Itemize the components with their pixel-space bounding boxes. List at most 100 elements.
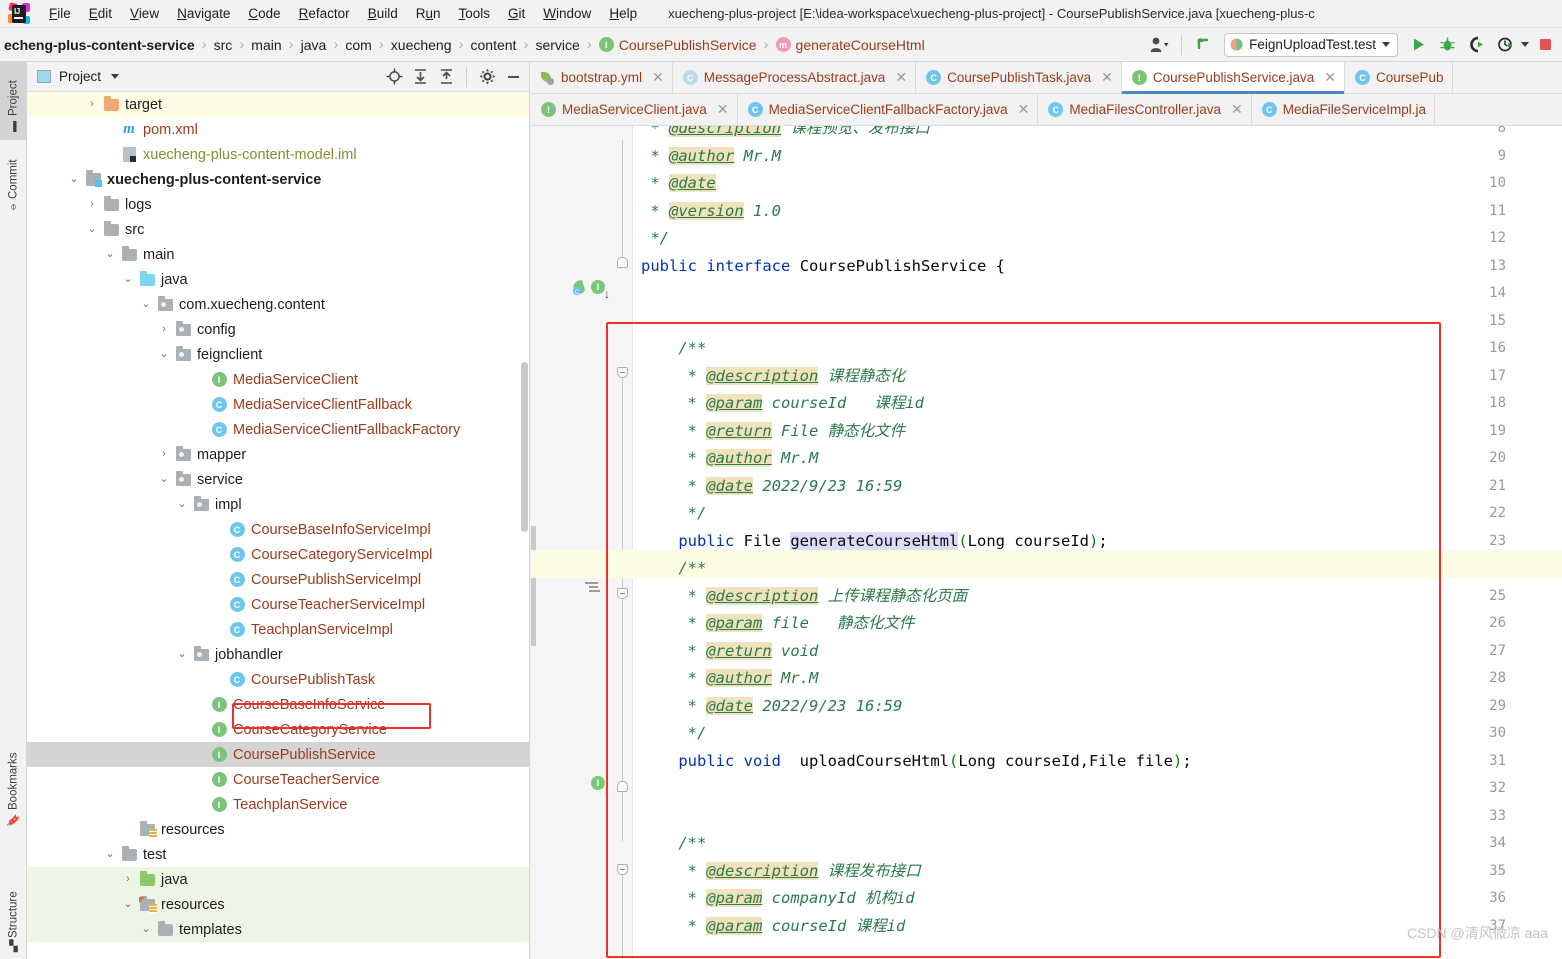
tree-node-mediaserviceclientfallbackfactory[interactable]: C MediaServiceClientFallbackFactory (27, 417, 529, 442)
code-line[interactable]: * @description 课程预览、发布接口 (641, 126, 930, 143)
tree-node-java[interactable]: › java (27, 867, 529, 892)
tree-node-pom-xml[interactable]: m pom.xml (27, 117, 529, 142)
chevron-down-icon[interactable] (111, 74, 120, 79)
editor-fold-gutter[interactable] (615, 126, 633, 959)
tree-node-coursepublishservice[interactable]: I CoursePublishService (27, 742, 529, 767)
menu-item-run[interactable]: Run (407, 2, 450, 25)
tree-node-courseteacherserviceimpl[interactable]: C CourseTeacherServiceImpl (27, 592, 529, 617)
close-icon[interactable]: ✕ (1231, 101, 1243, 118)
locate-icon[interactable] (382, 65, 406, 89)
tree-node-config[interactable]: › config (27, 317, 529, 342)
tree-node-com-xuecheng-content[interactable]: ⌄ com.xuecheng.content (27, 292, 529, 317)
tree-node-teachplanserviceimpl[interactable]: C TeachplanServiceImpl (27, 617, 529, 642)
collapse-all-icon[interactable] (434, 65, 458, 89)
chevron-down-icon[interactable]: ⌄ (155, 474, 173, 485)
close-icon[interactable]: ✕ (652, 69, 664, 86)
menu-item-window[interactable]: Window (534, 2, 600, 25)
code-line[interactable]: * @author Mr.M (641, 445, 818, 473)
code-line[interactable]: * @version 1.0 (641, 198, 781, 226)
breadcrumb-item-com[interactable]: com (343, 35, 373, 55)
code-line[interactable]: * @date (641, 170, 716, 198)
hide-icon[interactable] (501, 65, 525, 89)
menu-item-git[interactable]: Git (499, 2, 534, 25)
menu-item-code[interactable]: Code (239, 2, 289, 25)
breadcrumb-item-echeng-plus-content-service[interactable]: echeng-plus-content-service (2, 35, 197, 55)
code-pane[interactable]: 8910111213141516171819202122232425262728… (531, 126, 1562, 959)
tree-node-feignclient[interactable]: ⌄ feignclient (27, 342, 529, 367)
tree-node-mapper[interactable]: › mapper (27, 442, 529, 467)
tree-node-target[interactable]: › target (27, 92, 529, 117)
chevron-down-icon[interactable] (1521, 42, 1529, 47)
tree-node-coursebaseinfoserviceimpl[interactable]: C CourseBaseInfoServiceImpl (27, 517, 529, 542)
editor-tab-coursepublishservice-java[interactable]: I CoursePublishService.java ✕ (1121, 62, 1345, 94)
expand-all-icon[interactable] (408, 65, 432, 89)
chevron-right-icon[interactable]: › (119, 874, 137, 885)
code-line[interactable]: public void uploadCourseHtml(Long course… (641, 748, 1191, 776)
chevron-down-icon[interactable]: ⌄ (137, 299, 155, 310)
editor-gutter[interactable] (531, 126, 615, 959)
chevron-right-icon[interactable]: › (155, 324, 173, 335)
code-line[interactable]: */ (641, 225, 669, 253)
run-icon[interactable] (1405, 32, 1431, 58)
code-vision-icon[interactable] (585, 582, 600, 594)
tree-node-coursepublishtask[interactable]: C CoursePublishTask (27, 667, 529, 692)
menu-item-view[interactable]: View (121, 2, 168, 25)
chevron-right-icon[interactable]: › (155, 449, 173, 460)
stop-icon[interactable] (1532, 32, 1558, 58)
tree-node-mediaserviceclientfallback[interactable]: C MediaServiceClientFallback (27, 392, 529, 417)
fold-end-icon[interactable] (617, 257, 628, 268)
fold-end-icon[interactable] (617, 781, 628, 792)
profiler-icon[interactable] (1492, 32, 1518, 58)
close-icon[interactable]: ✕ (1324, 69, 1336, 86)
editor-tab-coursepublishtask-java[interactable]: C CoursePublishTask.java ✕ (916, 62, 1122, 93)
code-line[interactable]: * @return void (641, 638, 818, 666)
code-line[interactable]: * @param courseId 课程id (641, 390, 924, 418)
code-line[interactable]: * @date 2022/9/23 16:59 (641, 693, 902, 721)
breadcrumb-item-coursepublishservice[interactable]: I CoursePublishService (597, 35, 759, 55)
editor-tab-mediaserviceclient-java[interactable]: I MediaServiceClient.java ✕ (531, 94, 738, 125)
menu-item-build[interactable]: Build (359, 2, 407, 25)
chevron-down-icon[interactable]: ⌄ (101, 849, 119, 860)
debug-icon[interactable] (1434, 32, 1460, 58)
update-project-icon[interactable] (1191, 32, 1217, 58)
breadcrumb-item-java[interactable]: java (299, 35, 329, 55)
code-line[interactable]: * @description 课程发布接口 (641, 858, 921, 886)
tree-node-src[interactable]: ⌄ src (27, 217, 529, 242)
implemented-by-icon[interactable]: I↓ (591, 280, 610, 300)
code-line[interactable]: public interface CoursePublishService { (641, 253, 1005, 281)
gear-icon[interactable] (475, 65, 499, 89)
sidebar-item-commit[interactable]: ⌽ Commit (0, 140, 27, 218)
chevron-down-icon[interactable]: ⌄ (65, 174, 83, 185)
editor-tab-mediafileserviceimpl-ja[interactable]: C MediaFileServiceImpl.ja (1251, 94, 1436, 125)
editor-tab-mediafilescontroller-java[interactable]: C MediaFilesController.java ✕ (1038, 94, 1252, 125)
tree-node-resources[interactable]: resources (27, 817, 529, 842)
close-icon[interactable]: ✕ (895, 69, 907, 86)
tree-node-service[interactable]: ⌄ service (27, 467, 529, 492)
breadcrumb-item-main[interactable]: main (249, 35, 283, 55)
code-line[interactable]: /** (641, 555, 706, 583)
tree-node-coursebaseinfoservice[interactable]: I CourseBaseInfoService (27, 692, 529, 717)
tree-node-mediaserviceclient[interactable]: I MediaServiceClient (27, 367, 529, 392)
code-line[interactable]: * @param file 静态化文件 (641, 610, 914, 638)
fold-collapse-icon[interactable] (617, 588, 628, 599)
chevron-right-icon[interactable]: › (83, 199, 101, 210)
chevron-down-icon[interactable]: ⌄ (155, 349, 173, 360)
project-tree-scrollbar[interactable] (521, 362, 528, 532)
tree-node-impl[interactable]: ⌄ impl (27, 492, 529, 517)
code-line[interactable]: * @date 2022/9/23 16:59 (641, 473, 902, 501)
breadcrumb-item-content[interactable]: content (469, 35, 519, 55)
menu-item-refactor[interactable]: Refactor (290, 2, 359, 25)
editor-tab-coursepub[interactable]: C CoursePub (1344, 62, 1453, 93)
chevron-down-icon[interactable]: ⌄ (119, 899, 137, 910)
chevron-down-icon[interactable]: ⌄ (173, 499, 191, 510)
chevron-right-icon[interactable]: › (83, 99, 101, 110)
menu-item-file[interactable]: File (40, 2, 80, 25)
chevron-down-icon[interactable]: ⌄ (173, 649, 191, 660)
chevron-down-icon[interactable]: ⌄ (119, 274, 137, 285)
code-line[interactable]: * @author Mr.M (641, 665, 818, 693)
close-icon[interactable]: ✕ (1018, 101, 1030, 118)
code-line[interactable]: * @return File 静态化文件 (641, 418, 905, 446)
breadcrumb-item-service[interactable]: service (533, 35, 581, 55)
sidebar-item-bookmarks[interactable]: 🔖 Bookmarks (0, 737, 27, 835)
tree-node-coursecategoryservice[interactable]: I CourseCategoryService (27, 717, 529, 742)
